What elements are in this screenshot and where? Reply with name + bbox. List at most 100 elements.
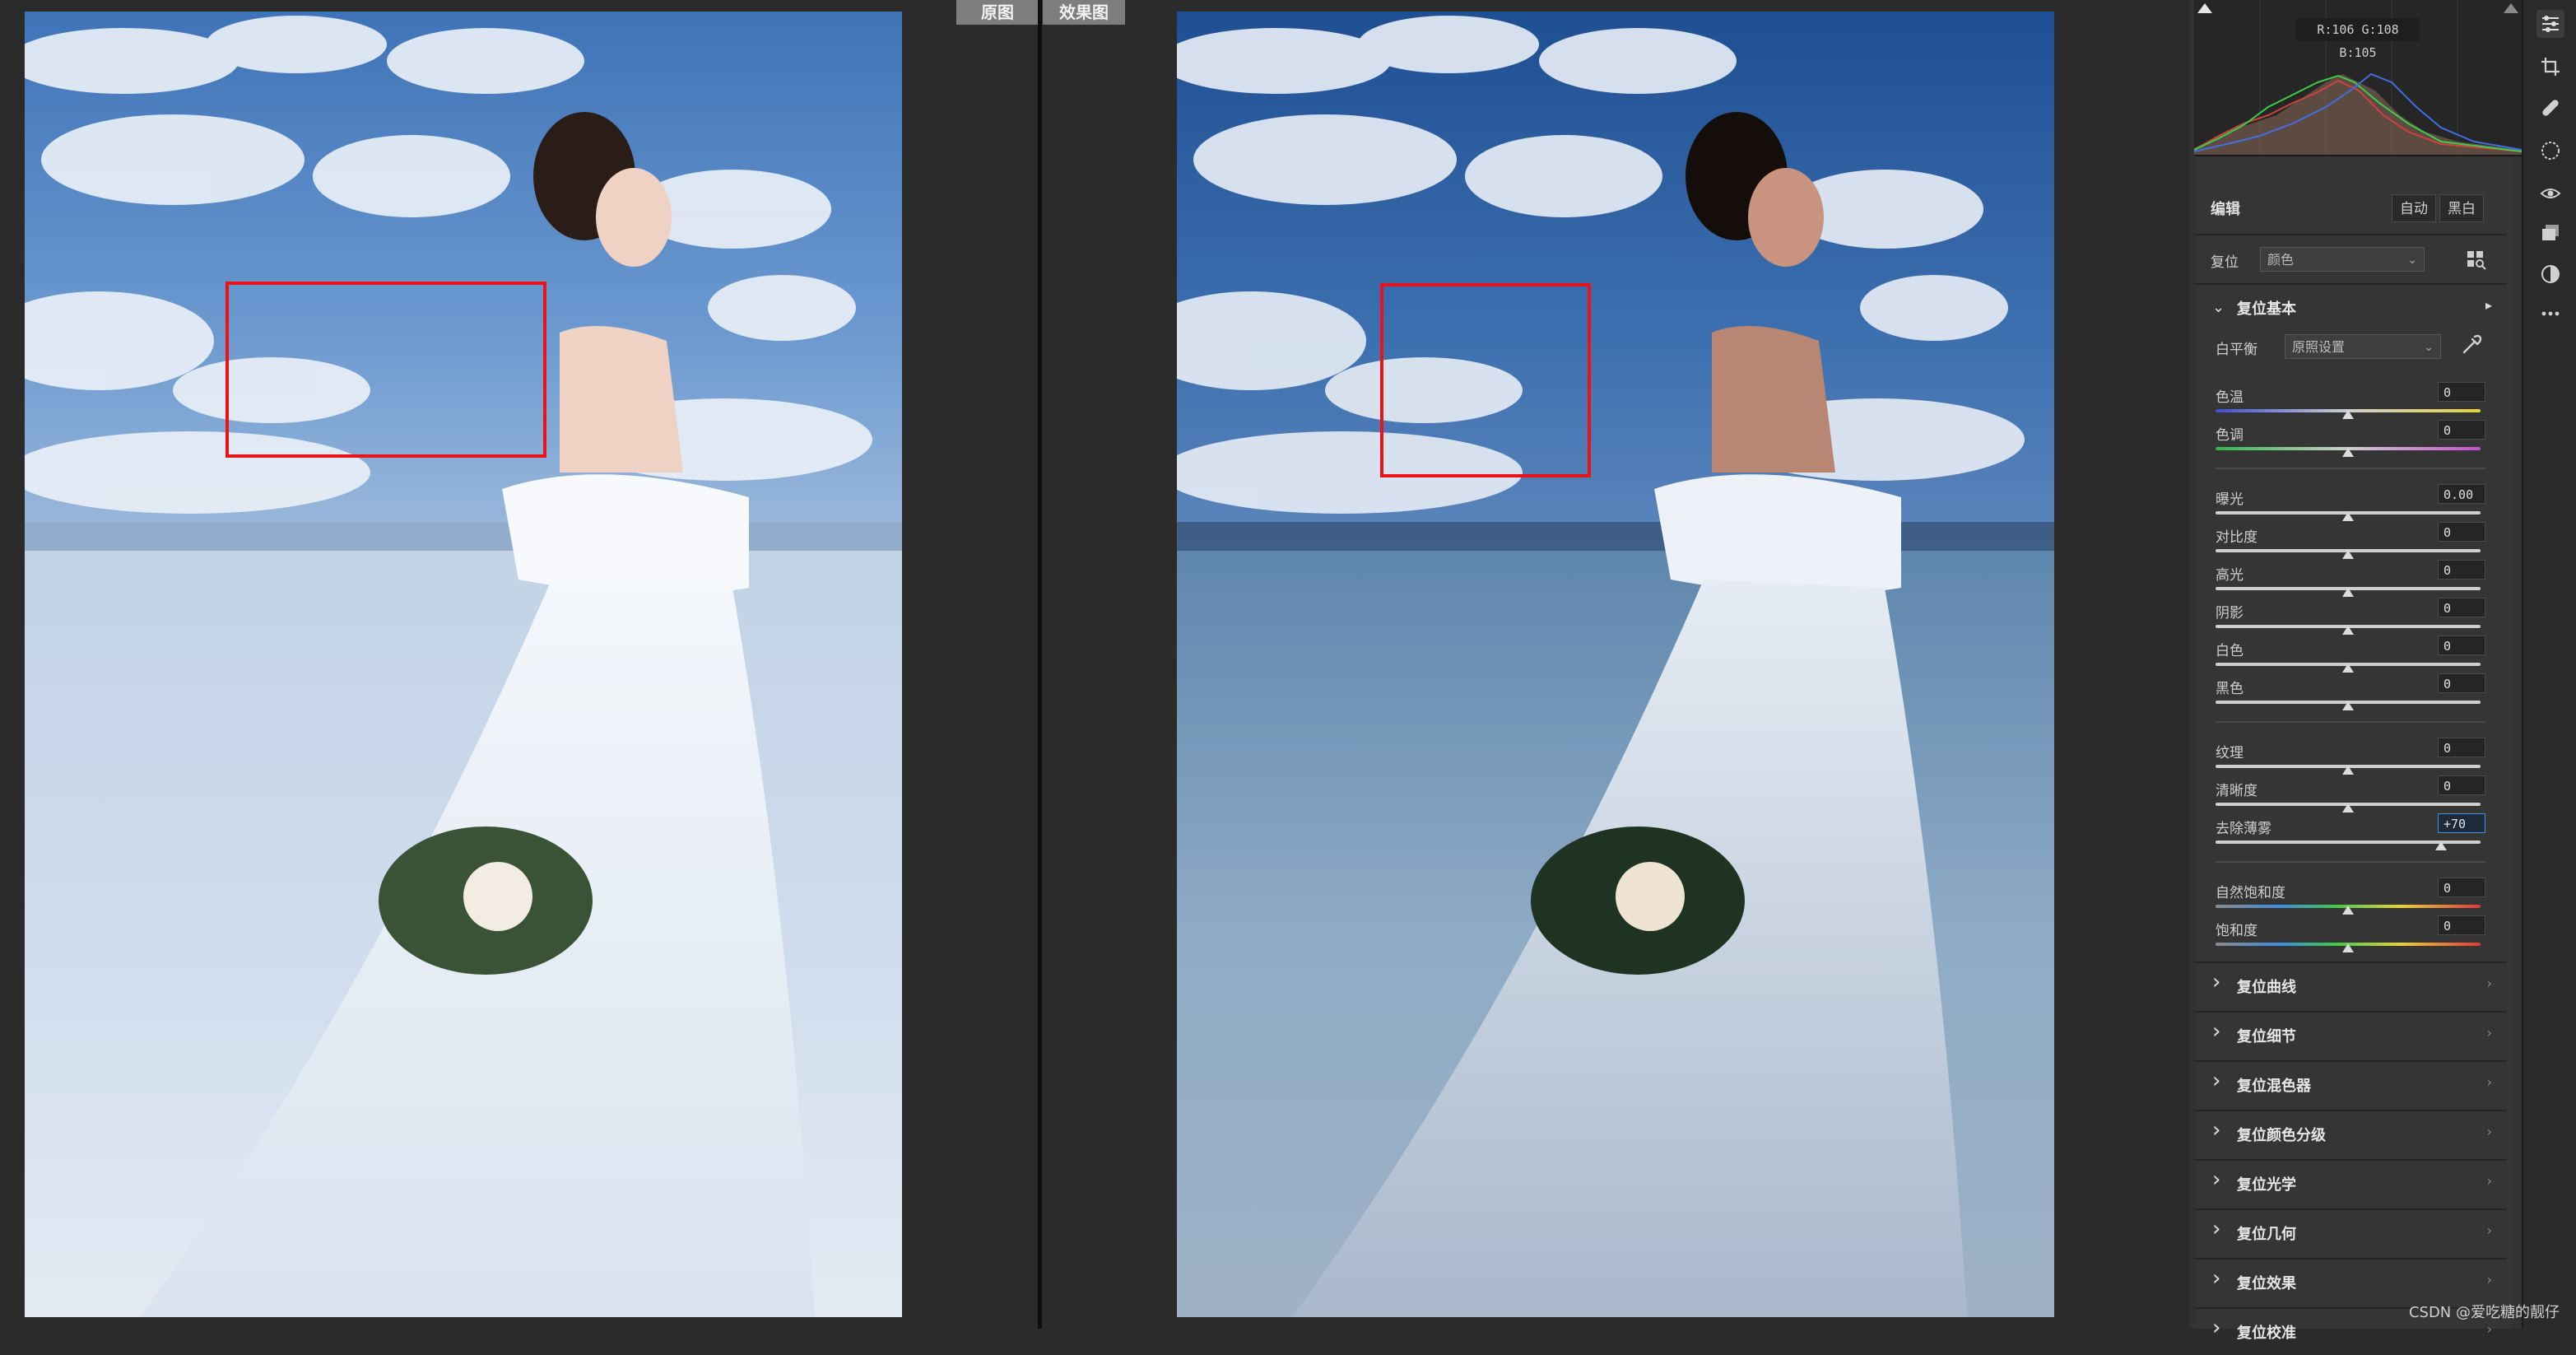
eyedropper-icon[interactable] [2459, 333, 2484, 357]
before-selection-box [226, 282, 546, 458]
redeye-icon[interactable] [2536, 179, 2564, 207]
presets-icon[interactable] [2536, 260, 2564, 288]
section-options-icon[interactable]: › [2487, 1222, 2492, 1238]
slider-thumb[interactable] [2342, 626, 2354, 635]
section-header[interactable]: › 复位细节 › [2194, 1011, 2507, 1059]
profile-row: 复位 颜色 ⌄ [2194, 234, 2507, 283]
section-header[interactable]: › 复位光学 › [2194, 1159, 2507, 1207]
section-options-icon[interactable]: › [2487, 1272, 2492, 1287]
slider-thumb[interactable] [2342, 410, 2354, 419]
crop-icon[interactable] [2536, 53, 2564, 81]
chevron-right-icon: › [2212, 970, 2221, 994]
slider-row[interactable]: 曝光 0.00 [2216, 484, 2485, 524]
slider-row[interactable]: 自然饱和度 0 [2216, 878, 2485, 917]
slider-value-field[interactable]: 0 [2438, 673, 2485, 693]
section-title: 复位校准 [2237, 1325, 2296, 1342]
section-options-icon[interactable]: › [2487, 1321, 2492, 1337]
group-divider [2216, 468, 2485, 469]
slider-label: 色温 [2216, 389, 2244, 406]
section-header[interactable]: › 复位颜色分级 › [2194, 1110, 2507, 1157]
profile-select[interactable]: 颜色 ⌄ [2260, 247, 2425, 272]
slider-row[interactable]: 纹理 0 [2216, 738, 2485, 777]
slider-label: 白色 [2216, 643, 2244, 659]
develop-panel: R:106 G:108 B:105 编辑 自动 黑白 复位 颜色 ⌄ ⌄ 复位基… [2189, 0, 2576, 1342]
slider-row[interactable]: 色温 0 [2216, 382, 2485, 421]
slider-row[interactable]: 白色 0 [2216, 636, 2485, 675]
slider-row[interactable]: 黑色 0 [2216, 673, 2485, 713]
wb-value: 原照设置 [2292, 339, 2346, 355]
slider-row[interactable]: 色调 0 [2216, 420, 2485, 459]
rgb-readout: R:106 G:108 B:105 [2296, 18, 2420, 60]
slider-thumb[interactable] [2342, 766, 2354, 775]
wb-select[interactable]: 原照设置 ⌄ [2285, 334, 2441, 359]
slider-value-field[interactable]: 0 [2438, 636, 2485, 655]
slider-value-field[interactable]: 0 [2438, 878, 2485, 897]
mask-icon[interactable] [2536, 137, 2564, 165]
slider-row[interactable]: 清晰度 0 [2216, 775, 2485, 815]
compare-divider[interactable] [1038, 0, 1042, 1329]
slider-value-field[interactable]: 0 [2438, 522, 2485, 542]
slider-label: 清晰度 [2216, 783, 2257, 799]
after-selection-box [1380, 283, 1591, 477]
after-label[interactable]: 效果图 [1043, 0, 1125, 25]
group-divider [2216, 721, 2485, 723]
section-header[interactable]: › 复位几何 › [2194, 1208, 2507, 1256]
slider-thumb[interactable] [2342, 803, 2354, 813]
profile-grid-icon[interactable] [2466, 249, 2487, 270]
wb-label: 白平衡 [2216, 342, 2257, 358]
highlight-clip-icon[interactable] [2504, 3, 2518, 13]
slider-row[interactable]: 阴影 0 [2216, 598, 2485, 637]
basic-section-header[interactable]: ⌄ 复位基本 ▸ [2194, 283, 2507, 331]
slider-row[interactable]: 去除薄雾 +70 [2216, 813, 2485, 853]
section-header[interactable]: › 复位混色器 › [2194, 1060, 2507, 1108]
slider-value-field[interactable]: 0.00 [2438, 484, 2485, 504]
edit-sliders-icon[interactable] [2536, 10, 2564, 38]
slider-label: 色调 [2216, 427, 2244, 444]
section-options-icon[interactable]: › [2487, 1025, 2492, 1041]
slider-value-field[interactable]: 0 [2438, 775, 2485, 795]
shadow-clip-icon[interactable] [2197, 3, 2212, 13]
section-header[interactable]: › 复位曲线 › [2194, 962, 2507, 1009]
section-title: 复位光学 [2237, 1176, 2296, 1194]
section-title: 复位颜色分级 [2237, 1127, 2326, 1144]
section-header[interactable]: › 复位效果 › [2194, 1258, 2507, 1306]
slider-thumb[interactable] [2342, 588, 2354, 597]
slider-thumb[interactable] [2342, 701, 2354, 710]
slider-thumb[interactable] [2342, 664, 2354, 673]
slider-value-field[interactable]: 0 [2438, 738, 2485, 757]
section-title: 复位效果 [2237, 1275, 2296, 1292]
slider-row[interactable]: 对比度 0 [2216, 522, 2485, 561]
slider-value-field[interactable]: 0 [2438, 420, 2485, 440]
slider-value-field[interactable]: 0 [2438, 560, 2485, 580]
slider-value-field[interactable]: +70 [2438, 813, 2485, 833]
section-title: 复位曲线 [2237, 979, 2296, 996]
section-options-icon[interactable]: › [2487, 1173, 2492, 1189]
before-label[interactable]: 原图 [956, 0, 1039, 25]
slider-value-field[interactable]: 0 [2438, 382, 2485, 402]
section-options-icon[interactable]: › [2487, 976, 2492, 991]
bw-button[interactable]: 黑白 [2439, 194, 2484, 222]
section-options-icon[interactable]: › [2487, 1124, 2492, 1139]
chevron-right-icon: › [2212, 1167, 2221, 1192]
section-options-icon[interactable]: ▸ [2485, 297, 2492, 313]
edit-title: 编辑 [2211, 201, 2240, 218]
slider-thumb[interactable] [2342, 448, 2354, 457]
slider-value-field[interactable]: 0 [2438, 915, 2485, 935]
slider-label: 阴影 [2216, 605, 2244, 622]
snapshots-icon[interactable] [2536, 219, 2564, 247]
group-divider [2216, 861, 2485, 863]
slider-row[interactable]: 高光 0 [2216, 560, 2485, 599]
slider-thumb[interactable] [2342, 943, 2354, 952]
healing-icon[interactable] [2536, 94, 2564, 122]
before-photo [25, 12, 902, 1317]
profile-label: 复位 [2211, 254, 2239, 271]
slider-thumb[interactable] [2342, 550, 2354, 559]
slider-thumb[interactable] [2342, 906, 2354, 915]
more-icon[interactable] [2536, 300, 2564, 328]
slider-value-field[interactable]: 0 [2438, 598, 2485, 617]
slider-thumb[interactable] [2434, 841, 2447, 850]
section-options-icon[interactable]: › [2487, 1074, 2492, 1090]
slider-row[interactable]: 饱和度 0 [2216, 915, 2485, 955]
auto-button[interactable]: 自动 [2392, 194, 2436, 222]
slider-thumb[interactable] [2342, 512, 2354, 521]
